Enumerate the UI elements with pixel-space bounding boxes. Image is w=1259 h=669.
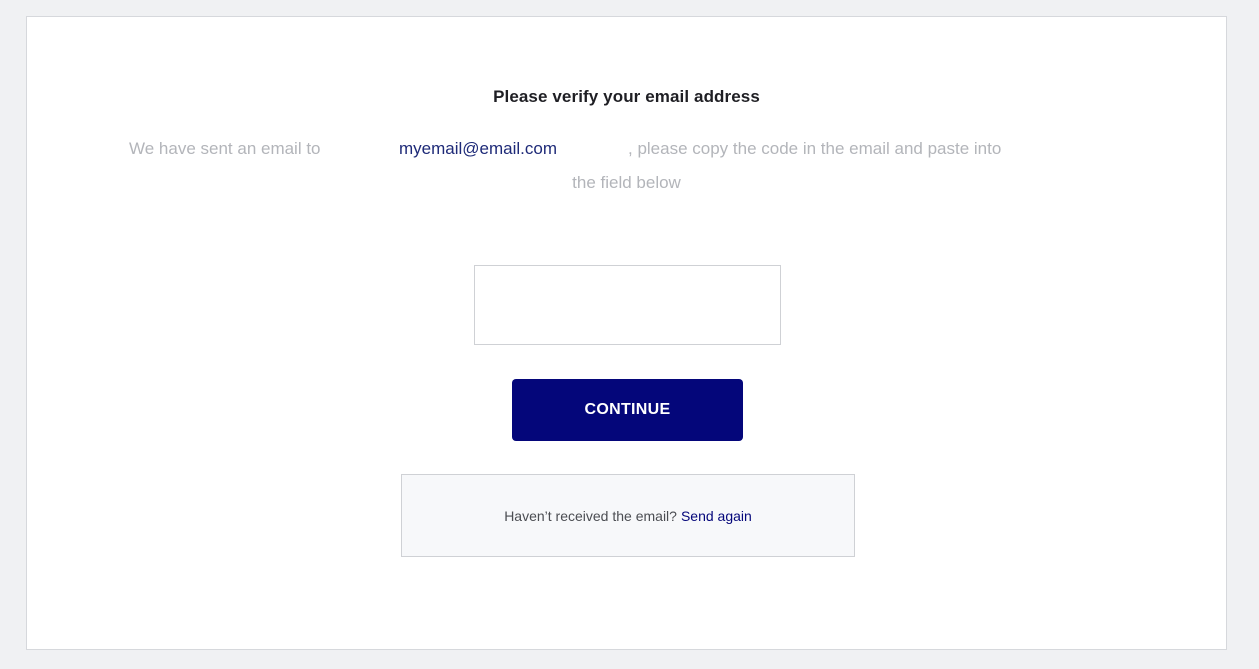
page-title: Please verify your email address [493, 87, 760, 106]
verify-card: Please verify your email address We have… [26, 16, 1227, 650]
verification-code-input[interactable] [474, 265, 781, 345]
description-line-2: the field below [572, 173, 681, 192]
description-prefix: We have sent an email to [129, 139, 321, 158]
send-again-link[interactable]: Send again [681, 508, 752, 524]
resend-prompt: Haven’t received the email? [504, 507, 677, 524]
verify-description: We have sent an email to myemail@email.c… [27, 139, 1226, 169]
description-suffix: , please copy the code in the email and … [628, 139, 1002, 158]
user-email: myemail@email.com [399, 139, 558, 158]
resend-box: Haven’t received the email? Send again [401, 474, 855, 557]
continue-button[interactable]: CONTINUE [512, 379, 743, 441]
